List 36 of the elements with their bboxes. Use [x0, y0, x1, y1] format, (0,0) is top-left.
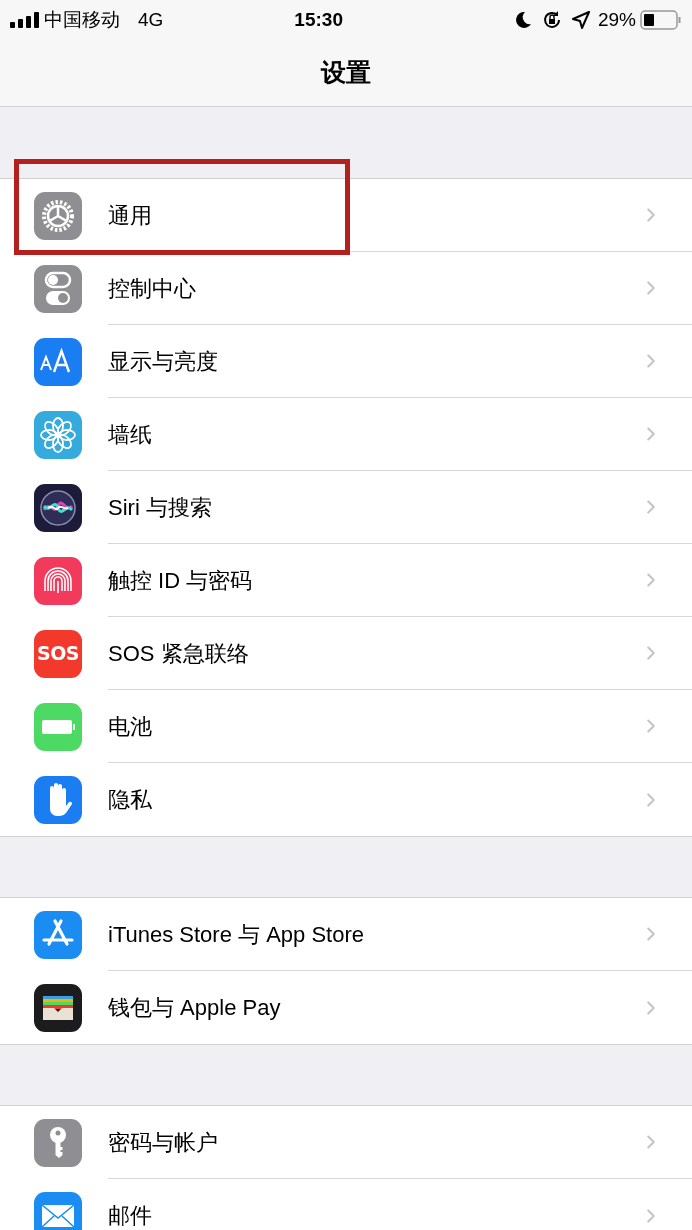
carrier-name: 中国移动 — [44, 7, 120, 32]
clock-time: 15:30 — [293, 7, 344, 32]
mail-icon — [34, 1191, 82, 1230]
app-store-icon — [34, 910, 82, 959]
row-label: 控制中心 — [108, 274, 197, 303]
flower-icon — [34, 410, 82, 459]
row-label: 显示与亮度 — [108, 347, 219, 376]
row-label: iTunes Store 与 App Store — [108, 920, 365, 949]
page-title: 设置 — [321, 57, 371, 89]
battery-percent: 29% — [597, 7, 636, 32]
row-label: 触控 ID 与密码 — [108, 566, 254, 595]
fingerprint-icon — [34, 556, 82, 605]
gear-icon — [34, 191, 82, 240]
text-size-icon — [34, 337, 82, 386]
row-label: 隐私 — [108, 786, 153, 814]
key-icon — [34, 1118, 82, 1167]
signal-icon — [10, 12, 40, 28]
row-label: 墙纸 — [108, 420, 153, 449]
wallet-icon — [34, 983, 82, 1032]
row-label: Siri 与搜索 — [108, 493, 213, 522]
moon-icon — [513, 11, 532, 29]
hand-icon — [34, 775, 82, 824]
row-label: 电池 — [108, 712, 153, 741]
row-label: 密码与帐户 — [108, 1128, 219, 1157]
location-arrow-icon — [571, 11, 590, 29]
battery-icon — [34, 702, 82, 751]
rotation-lock-icon — [541, 10, 562, 30]
battery-icon — [640, 10, 682, 30]
siri-icon — [34, 483, 82, 532]
network-type: 4G — [138, 7, 164, 32]
row-label: 邮件 — [108, 1202, 153, 1230]
row-label: 通用 — [108, 201, 153, 230]
sos-icon: SOS — [34, 629, 82, 678]
switches-icon — [34, 264, 82, 313]
row-label: 钱包与 Apple Pay — [108, 994, 282, 1022]
row-label: SOS 紧急联络 — [108, 639, 250, 668]
